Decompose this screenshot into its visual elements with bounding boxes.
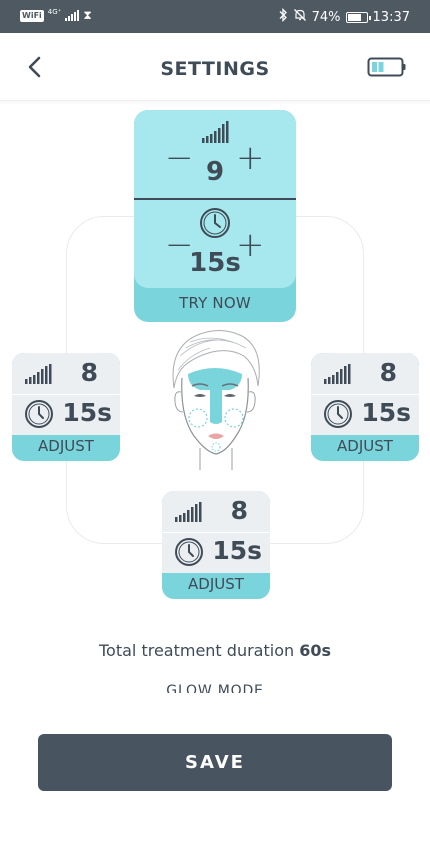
left-cheek-zone-card: 8 15s ADJUST xyxy=(12,353,120,461)
right-cheek-intensity-value: 8 xyxy=(379,358,397,387)
glow-mode-label[interactable]: GLOW MODE xyxy=(0,682,430,693)
left-cheek-adjust-button[interactable]: ADJUST xyxy=(12,437,120,455)
bluetooth-icon xyxy=(278,7,288,26)
clock-icon xyxy=(324,400,352,428)
forehead-intensity-value: 9 xyxy=(205,157,225,187)
divider xyxy=(12,394,120,395)
try-now-button[interactable]: TRY NOW xyxy=(134,294,296,312)
phone-battery-icon xyxy=(345,11,371,23)
app-header: SETTINGS xyxy=(0,33,430,101)
cell-signal-icon xyxy=(65,10,80,21)
page-title: SETTINGS xyxy=(160,58,270,80)
battery-percent: 74% xyxy=(311,9,341,25)
clock-icon xyxy=(25,400,53,428)
total-duration-value: 60s xyxy=(299,641,332,660)
clock-time: 13:37 xyxy=(372,9,410,25)
total-duration-label: Total treatment duration xyxy=(98,641,295,660)
forehead-duration-value: 15s xyxy=(189,248,241,278)
intensity-icon xyxy=(175,502,202,522)
clock-icon xyxy=(200,208,230,238)
status-right: 74% 13:37 xyxy=(278,7,410,26)
left-cheek-duration-value: 15s xyxy=(62,398,112,427)
chin-duration-value: 15s xyxy=(212,536,262,565)
divider xyxy=(134,198,296,200)
device-battery-button[interactable] xyxy=(367,57,407,77)
battery-icon xyxy=(367,57,406,77)
left-cheek-intensity-value: 8 xyxy=(80,358,98,387)
clock-icon xyxy=(175,538,203,566)
intensity-icon xyxy=(25,364,52,384)
total-duration-text: Total treatment duration 60s xyxy=(0,641,430,660)
network-label: 4G⁺ xyxy=(47,8,62,16)
right-cheek-duration-value: 15s xyxy=(361,398,411,427)
chin-zone-card: 8 15s ADJUST xyxy=(162,491,270,599)
wifi-label: WiFi xyxy=(20,9,44,22)
divider xyxy=(162,532,270,533)
status-bar: WiFi 4G⁺ ⧗ 74% 13:37 xyxy=(0,0,430,33)
status-left: WiFi 4G⁺ ⧗ xyxy=(20,8,92,23)
right-cheek-adjust-button[interactable]: ADJUST xyxy=(311,437,419,455)
intensity-icon xyxy=(202,121,229,143)
save-button[interactable]: SAVE xyxy=(38,734,392,791)
intensity-icon xyxy=(324,364,351,384)
hourglass-icon: ⧗ xyxy=(83,8,92,22)
chin-intensity-value: 8 xyxy=(230,496,248,525)
face-illustration xyxy=(172,330,260,470)
mute-icon xyxy=(293,8,307,26)
right-cheek-zone-card: 8 15s ADJUST xyxy=(311,353,419,461)
chin-adjust-button[interactable]: ADJUST xyxy=(162,575,270,593)
divider xyxy=(311,394,419,395)
